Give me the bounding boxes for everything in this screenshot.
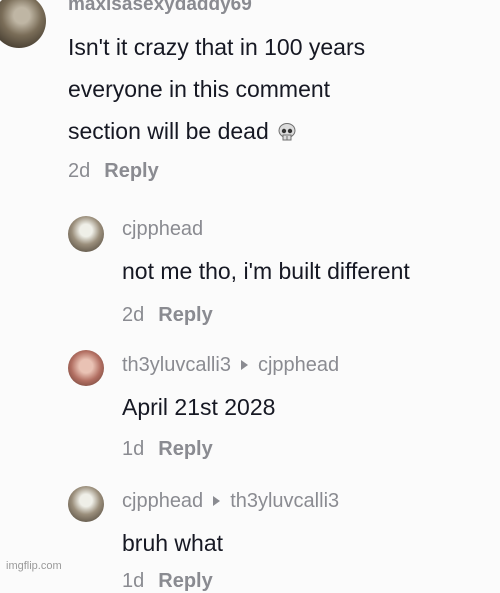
reply-button[interactable]: Reply xyxy=(158,570,212,592)
reply-button[interactable]: Reply xyxy=(104,160,158,182)
avatar[interactable] xyxy=(68,216,104,252)
skull-emoji-icon xyxy=(278,123,296,141)
reply-arrow-icon xyxy=(213,496,221,507)
comment-age: 1d xyxy=(122,438,145,460)
avatar[interactable] xyxy=(68,350,104,386)
comment-text: bruh what xyxy=(122,530,224,556)
comment-age: 2d xyxy=(122,304,145,326)
comment-age: 1d xyxy=(122,570,145,592)
comment-meta: 1d Reply xyxy=(122,570,213,593)
comment-text-line: Isn't it crazy that in 100 years xyxy=(68,34,366,60)
comment-username[interactable]: maxisasexydaddy69 xyxy=(68,0,252,16)
comment-meta: 1d Reply xyxy=(122,438,213,461)
reply-to-username[interactable]: cjpphead xyxy=(258,354,339,376)
comment-username-line: th3yluvcalli3 cjpphead xyxy=(122,354,339,377)
comment-text: section will be dead xyxy=(68,118,269,144)
comment-text-line: everyone in this comment xyxy=(68,76,331,102)
comment-meta: 2d Reply xyxy=(68,160,159,183)
comment-text-line-last: section will be dead xyxy=(68,112,297,150)
comment-username[interactable]: th3yluvcalli3 xyxy=(122,354,231,376)
comment-text: not me tho, i'm built different xyxy=(122,258,410,284)
reply-button[interactable]: Reply xyxy=(158,438,212,460)
avatar[interactable] xyxy=(68,486,104,522)
comment-meta: 2d Reply xyxy=(122,304,213,327)
comment-age: 2d xyxy=(68,160,91,182)
comment-text: April 21st 2028 xyxy=(122,394,276,420)
reply-arrow-icon xyxy=(240,360,248,371)
watermark: imgflip.com xyxy=(6,560,62,572)
comment-username-line: cjpphead th3yluvcalli3 xyxy=(122,490,339,513)
reply-to-username[interactable]: th3yluvcalli3 xyxy=(230,490,339,512)
comment-username[interactable]: cjpphead xyxy=(122,490,203,512)
comment-username[interactable]: cjpphead xyxy=(122,218,203,241)
avatar[interactable] xyxy=(0,0,46,48)
reply-button[interactable]: Reply xyxy=(158,304,212,326)
